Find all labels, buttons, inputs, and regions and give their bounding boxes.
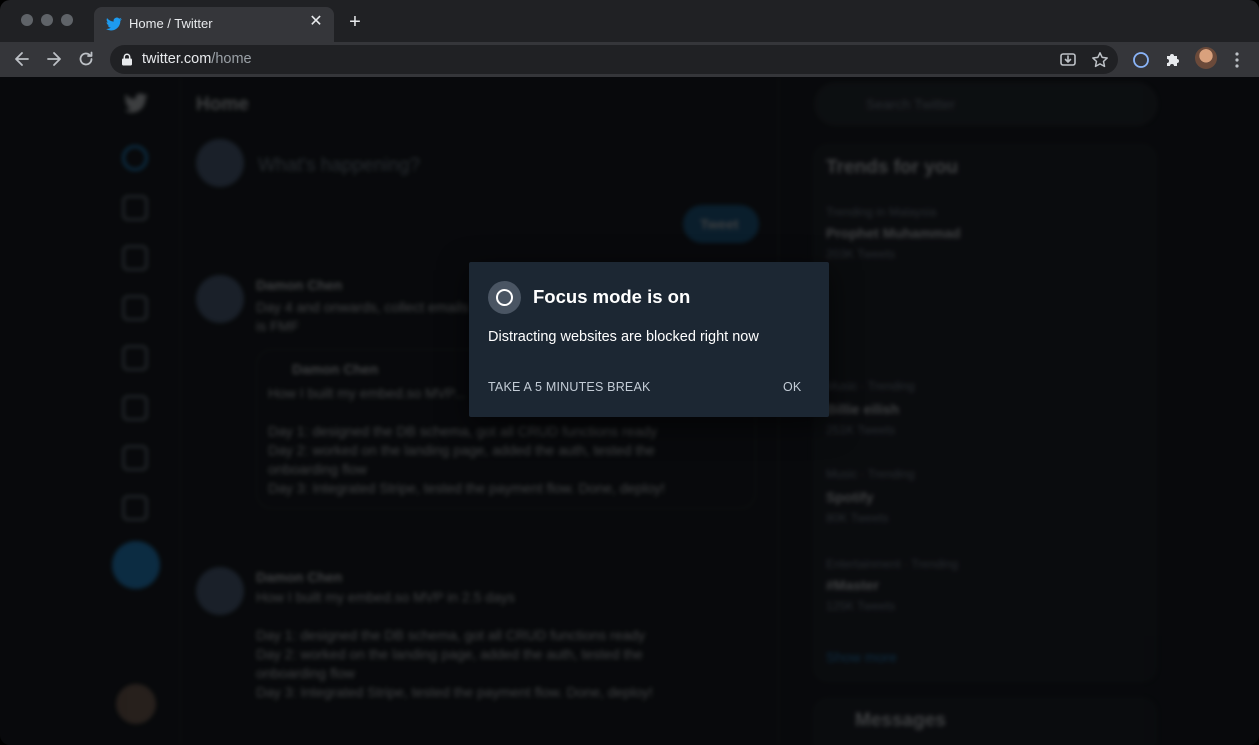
profile-avatar[interactable]	[1195, 47, 1217, 69]
extensions-puzzle-icon[interactable]	[1163, 50, 1183, 70]
url-path: /home	[211, 51, 252, 67]
tab-strip: Home / Twitter ✕ +	[0, 0, 1259, 42]
tab-close-icon[interactable]: ✕	[306, 12, 326, 32]
focus-mode-dialog: Focus mode is on Distracting websites ar…	[469, 262, 829, 417]
browser-tab-active[interactable]: Home / Twitter ✕	[94, 7, 334, 42]
window-minimize-dot[interactable]	[41, 14, 53, 26]
focus-mode-icon	[488, 281, 521, 314]
back-arrow-icon[interactable]	[12, 49, 32, 69]
browser-window: Home / Twitter ✕ + twitter.com/home Home…	[0, 0, 1259, 745]
lock-icon[interactable]	[121, 53, 133, 66]
dialog-message: Distracting websites are blocked right n…	[488, 329, 759, 345]
install-app-icon[interactable]	[1059, 51, 1077, 69]
window-close-dot[interactable]	[21, 14, 33, 26]
url-text[interactable]: twitter.com/home	[142, 51, 252, 67]
focus-ring-icon	[496, 289, 513, 306]
bookmark-star-icon[interactable]	[1091, 51, 1109, 69]
address-bar[interactable]: twitter.com/home	[110, 45, 1118, 74]
ok-button[interactable]: OK	[783, 380, 801, 394]
new-tab-icon[interactable]: +	[345, 12, 365, 32]
menu-kebab-icon[interactable]	[1227, 50, 1247, 70]
url-host: twitter.com	[142, 51, 212, 67]
focus-extension-icon[interactable]	[1131, 50, 1151, 70]
take-break-button[interactable]: TAKE A 5 MINUTES BREAK	[488, 380, 651, 394]
twitter-bird-icon	[106, 17, 122, 31]
tab-title: Home / Twitter	[129, 16, 213, 31]
forward-arrow-icon[interactable]	[44, 49, 64, 69]
dialog-title: Focus mode is on	[533, 286, 691, 307]
browser-toolbar: twitter.com/home	[0, 42, 1259, 77]
reload-icon[interactable]	[76, 49, 96, 69]
window-zoom-dot[interactable]	[61, 14, 73, 26]
page-viewport: Home What's happening? Tweet Damon Chen …	[0, 77, 1259, 745]
